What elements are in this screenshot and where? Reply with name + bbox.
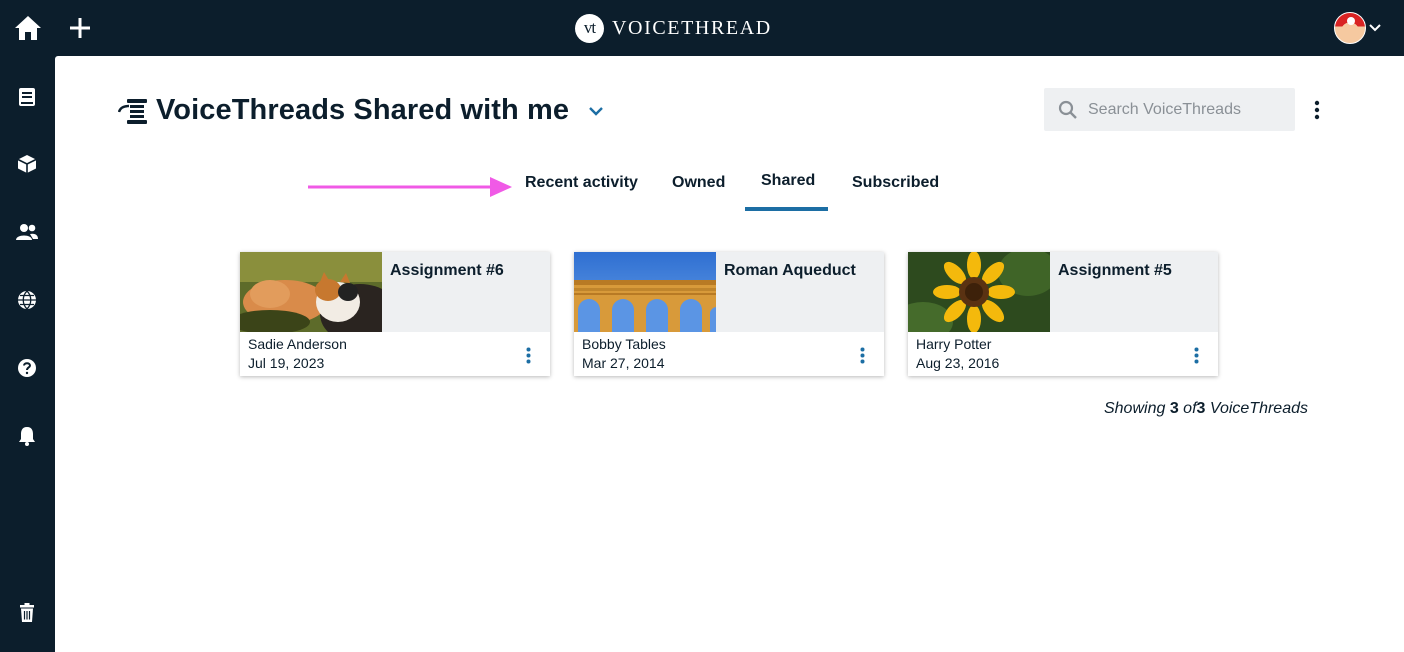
tab-subscribed[interactable]: Subscribed bbox=[852, 174, 939, 192]
card-title: Assignment #5 bbox=[1058, 262, 1172, 279]
results-of: of bbox=[1183, 400, 1197, 417]
chevron-down-icon bbox=[1369, 24, 1381, 32]
globe-icon bbox=[18, 290, 36, 310]
card-thumbnail bbox=[240, 252, 382, 332]
card-options-button[interactable] bbox=[853, 344, 871, 366]
card-title: Roman Aqueduct bbox=[724, 262, 856, 279]
voicethread-card[interactable]: Assignment #6 Sadie Anderson Jul 19, 202… bbox=[240, 252, 550, 376]
library-icon bbox=[19, 88, 35, 106]
card-options-button[interactable] bbox=[1187, 344, 1205, 366]
sidebar-item-users[interactable] bbox=[10, 215, 44, 249]
card-date: Aug 23, 2016 bbox=[916, 355, 1000, 371]
sunflower-photo bbox=[908, 252, 1050, 332]
avatar bbox=[1334, 12, 1366, 44]
shared-threads-icon bbox=[118, 98, 147, 124]
more-vertical-icon bbox=[1314, 100, 1320, 120]
card-title: Assignment #6 bbox=[390, 262, 504, 279]
tab-shared[interactable]: Shared bbox=[761, 172, 815, 190]
sidebar-item-trash[interactable] bbox=[10, 596, 44, 630]
sidebar-item-globe[interactable] bbox=[10, 283, 44, 317]
help-icon bbox=[18, 359, 36, 377]
box-icon bbox=[17, 155, 37, 173]
voicethread-logo[interactable]: vt VOICETHREAD bbox=[575, 13, 772, 43]
card-owner: Harry Potter bbox=[916, 336, 992, 352]
tab-owned[interactable]: Owned bbox=[672, 174, 725, 192]
sidebar-item-help[interactable] bbox=[10, 351, 44, 385]
results-suffix: VoiceThreads bbox=[1209, 400, 1308, 417]
sidebar-item-notifications[interactable] bbox=[10, 419, 44, 453]
title-dropdown-button[interactable] bbox=[585, 103, 607, 119]
chevron-down-icon bbox=[589, 107, 603, 116]
kittens-photo bbox=[240, 252, 382, 332]
card-date: Jul 19, 2023 bbox=[248, 355, 325, 371]
card-thumbnail bbox=[908, 252, 1050, 332]
aqueduct-photo bbox=[574, 252, 716, 332]
sidebar bbox=[0, 56, 55, 652]
voicethread-card[interactable]: Assignment #5 Harry Potter Aug 23, 2016 bbox=[908, 252, 1218, 376]
page-options-button[interactable] bbox=[1305, 96, 1329, 124]
home-icon bbox=[15, 16, 41, 40]
card-owner: Sadie Anderson bbox=[248, 336, 347, 352]
card-date: Mar 27, 2014 bbox=[582, 355, 665, 371]
annotation-arrow bbox=[308, 177, 512, 197]
sidebar-item-library[interactable] bbox=[10, 80, 44, 114]
card-header: Assignment #5 bbox=[908, 252, 1218, 332]
users-icon bbox=[16, 224, 38, 240]
tab-recent-activity[interactable]: Recent activity bbox=[525, 174, 638, 192]
page-title-row: VoiceThreads Shared with me bbox=[118, 94, 569, 127]
card-options-button[interactable] bbox=[519, 344, 537, 366]
search-icon bbox=[1058, 100, 1077, 119]
account-menu[interactable] bbox=[1334, 12, 1381, 44]
search-box[interactable] bbox=[1044, 88, 1295, 131]
results-total: 3 bbox=[1196, 400, 1206, 417]
results-shown: 3 bbox=[1169, 400, 1179, 417]
logo-badge: vt bbox=[575, 13, 604, 43]
more-vertical-icon bbox=[860, 347, 864, 363]
more-vertical-icon bbox=[1194, 347, 1198, 363]
voicethread-card[interactable]: Roman Aqueduct Bobby Tables Mar 27, 2014 bbox=[574, 252, 884, 376]
logo-text: VOICETHREAD bbox=[612, 16, 772, 39]
bell-icon bbox=[19, 427, 35, 446]
active-tab-indicator bbox=[745, 207, 828, 211]
results-count: Showing 3 of3 VoiceThreads bbox=[1055, 400, 1308, 418]
results-prefix: Showing bbox=[1103, 400, 1166, 417]
more-vertical-icon bbox=[526, 347, 530, 363]
main-panel: VoiceThreads Shared with me Recent activ… bbox=[55, 56, 1404, 652]
search-input[interactable] bbox=[1088, 100, 1288, 119]
create-button[interactable] bbox=[62, 10, 98, 46]
card-owner: Bobby Tables bbox=[582, 336, 666, 352]
plus-icon bbox=[70, 18, 90, 38]
top-bar: vt VOICETHREAD bbox=[0, 0, 1404, 56]
card-thumbnail bbox=[574, 252, 716, 332]
trash-icon bbox=[20, 603, 34, 622]
sidebar-item-box[interactable] bbox=[10, 147, 44, 181]
page-title: VoiceThreads Shared with me bbox=[156, 94, 570, 126]
card-header: Roman Aqueduct bbox=[574, 252, 884, 332]
card-header: Assignment #6 bbox=[240, 252, 550, 332]
home-button[interactable] bbox=[10, 10, 46, 46]
